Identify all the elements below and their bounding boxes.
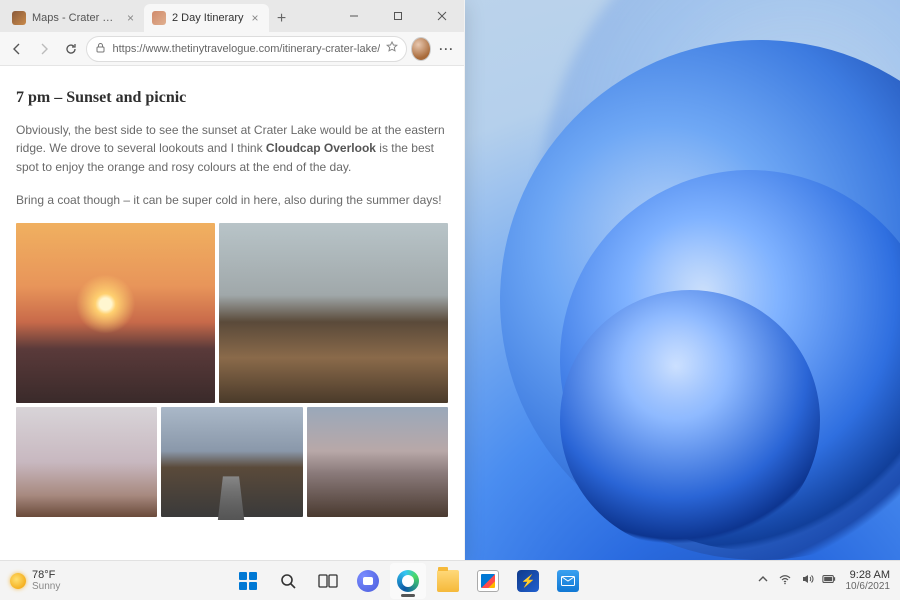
taskbar-right: 9:28 AM 10/6/2021 [756, 569, 891, 592]
search-button[interactable] [270, 563, 306, 599]
photo-gallery [16, 223, 448, 403]
photo-road[interactable] [161, 407, 302, 517]
back-button[interactable] [6, 35, 29, 63]
clock-time: 9:28 AM [846, 569, 891, 581]
wifi-icon[interactable] [778, 572, 792, 589]
favicon-icon [12, 11, 26, 25]
tab-maps[interactable]: Maps - Crater Lake × [4, 4, 144, 32]
url-text: https://www.thetinytravelogue.com/itiner… [112, 43, 380, 55]
chat-button[interactable] [350, 563, 386, 599]
weather-widget[interactable]: 78°F Sunny [10, 569, 60, 592]
article-paragraph: Obviously, the best side to see the suns… [16, 121, 448, 177]
photo-sunset[interactable] [16, 223, 215, 403]
close-button[interactable] [420, 0, 464, 32]
favorite-icon[interactable] [386, 41, 398, 56]
desktop: Maps - Crater Lake × 2 Day Itinerary × + [0, 0, 900, 560]
weather-temp: 78°F [32, 569, 60, 581]
tab-label: Maps - Crater Lake [32, 12, 119, 24]
refresh-button[interactable] [60, 35, 83, 63]
minimize-button[interactable] [332, 0, 376, 32]
article-paragraph: Bring a coat though – it can be super co… [16, 191, 448, 210]
lock-icon [95, 42, 106, 56]
browser-window: Maps - Crater Lake × 2 Day Itinerary × + [0, 0, 465, 560]
taskbar-center: ⚡ [60, 563, 755, 599]
profile-avatar[interactable] [411, 37, 431, 61]
mail-button[interactable] [550, 563, 586, 599]
maximize-button[interactable] [376, 0, 420, 32]
article-heading: 7 pm – Sunset and picnic [16, 86, 448, 111]
favicon-icon [152, 11, 166, 25]
store-button[interactable] [470, 563, 506, 599]
menu-button[interactable]: ··· [435, 35, 458, 63]
edge-button[interactable] [390, 563, 426, 599]
page-content[interactable]: 7 pm – Sunset and picnic Obviously, the … [0, 66, 464, 560]
clock[interactable]: 9:28 AM 10/6/2021 [846, 569, 891, 592]
task-view-button[interactable] [310, 563, 346, 599]
taskbar: 78°F Sunny ⚡ [0, 560, 900, 600]
photo-gallery-row [16, 407, 448, 517]
weather-condition: Sunny [32, 581, 60, 592]
volume-icon[interactable] [800, 572, 814, 589]
tab-close-icon[interactable]: × [125, 12, 136, 24]
tab-label: 2 Day Itinerary [172, 12, 244, 24]
address-bar[interactable]: https://www.thetinytravelogue.com/itiner… [86, 36, 407, 62]
window-controls [332, 0, 464, 32]
photo-ridge[interactable] [219, 223, 448, 403]
system-tray[interactable] [756, 572, 836, 589]
forward-button[interactable] [33, 35, 56, 63]
clock-date: 10/6/2021 [846, 581, 891, 592]
titlebar[interactable]: Maps - Crater Lake × 2 Day Itinerary × + [0, 0, 464, 32]
photo-haze[interactable] [16, 407, 157, 517]
powertoys-button[interactable]: ⚡ [510, 563, 546, 599]
battery-icon[interactable] [822, 572, 836, 589]
tab-close-icon[interactable]: × [250, 12, 261, 24]
new-tab-button[interactable]: + [269, 6, 295, 32]
start-button[interactable] [230, 563, 266, 599]
toolbar: https://www.thetinytravelogue.com/itiner… [0, 32, 464, 66]
tab-itinerary[interactable]: 2 Day Itinerary × [144, 4, 269, 32]
file-explorer-button[interactable] [430, 563, 466, 599]
sun-icon [10, 573, 26, 589]
chevron-up-icon[interactable] [756, 572, 770, 589]
photo-dusk[interactable] [307, 407, 448, 517]
